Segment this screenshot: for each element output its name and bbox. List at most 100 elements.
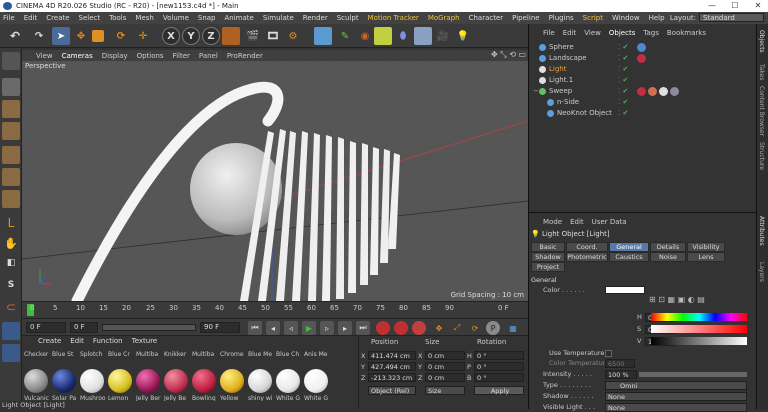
visible-light-dropdown[interactable]: None xyxy=(605,403,747,412)
color-swatch[interactable] xyxy=(605,286,645,294)
texture-mode-icon[interactable] xyxy=(2,100,20,118)
previous-frame-icon[interactable]: ◃ xyxy=(284,321,298,335)
tab-details[interactable]: Details xyxy=(650,242,686,252)
use-temperature-checkbox[interactable] xyxy=(605,350,612,357)
viewport-menu-display[interactable]: Display xyxy=(102,52,128,60)
render-settings-icon[interactable]: ⚙ xyxy=(284,27,302,45)
move-icon[interactable]: ✥ xyxy=(72,27,90,45)
redo-icon[interactable]: ↷ xyxy=(30,27,48,45)
apply-button[interactable]: Apply xyxy=(474,386,524,395)
end-frame-field[interactable]: 90 F xyxy=(200,322,240,333)
visibility-check-icon[interactable]: ⁚ ✔ xyxy=(618,97,628,108)
render-picture-viewer-icon[interactable]: 🎞 xyxy=(264,27,282,45)
make-editable-icon[interactable] xyxy=(2,52,20,70)
minimize-button[interactable]: — xyxy=(702,0,722,12)
objects-menu-bookmarks[interactable]: Bookmarks xyxy=(667,29,706,37)
light-icon[interactable]: 💡 xyxy=(454,27,472,45)
hue-slider[interactable] xyxy=(651,313,747,321)
menu-select[interactable]: Select xyxy=(79,14,101,22)
menu-help[interactable]: Help xyxy=(649,14,665,22)
tab-photometric[interactable]: Photometric xyxy=(566,252,608,262)
viewport-menu-options[interactable]: Options xyxy=(137,52,164,60)
size-y-field[interactable]: 0 cm xyxy=(425,362,465,371)
objects-menu-file[interactable]: File xyxy=(543,29,555,37)
size-z-field[interactable]: 0 cm xyxy=(425,373,465,382)
menu-pipeline[interactable]: Pipeline xyxy=(512,14,539,22)
axis-mode-icon[interactable]: L xyxy=(2,214,20,232)
shadow-dropdown[interactable]: None xyxy=(605,392,747,401)
attr-menu-mode[interactable]: Mode xyxy=(543,218,562,226)
scale-key-icon[interactable]: ⤢ xyxy=(450,321,464,335)
start-frame-field[interactable]: 0 F xyxy=(70,322,98,333)
material-menu-function[interactable]: Function xyxy=(93,337,123,346)
menu-mograph[interactable]: MoGraph xyxy=(428,14,460,22)
visibility-check-icon[interactable]: ⁚ ✔ xyxy=(618,64,628,75)
pen-icon[interactable]: ✎ xyxy=(336,27,354,45)
go-to-end-icon[interactable]: ⏭ xyxy=(356,321,370,335)
color-picker-modes[interactable]: ⊞ ⊡ ▦ ▣ ◐ ▤ xyxy=(649,295,729,307)
snap-icon[interactable]: S xyxy=(2,276,20,294)
edges-mode-icon[interactable] xyxy=(2,168,20,186)
record-keys-icon[interactable] xyxy=(376,321,390,335)
previous-key-icon[interactable]: ◂ xyxy=(266,321,280,335)
pan-icon[interactable]: ✥ xyxy=(491,50,498,59)
subdivision-icon[interactable]: ◉ xyxy=(356,27,374,45)
position-z-field[interactable]: -213.323 cm xyxy=(368,373,416,382)
tab-general[interactable]: General xyxy=(609,242,649,252)
recent-tool-icon[interactable]: ✛ xyxy=(134,27,152,45)
current-frame-field[interactable]: 0 F xyxy=(26,322,66,333)
intensity-slider[interactable] xyxy=(639,372,747,377)
viewport-solo-icon[interactable]: ◧ xyxy=(2,254,20,272)
viewport-menu-cameras[interactable]: Cameras xyxy=(62,52,93,60)
parameter-key-icon[interactable]: P xyxy=(486,321,500,335)
saturation-slider[interactable] xyxy=(651,325,747,333)
model-mode-icon[interactable] xyxy=(2,78,20,96)
menu-simulate[interactable]: Simulate xyxy=(263,14,294,22)
viewport-menu-filter[interactable]: Filter xyxy=(173,52,190,60)
menu-script[interactable]: Script xyxy=(583,14,603,22)
object-row-n-side[interactable]: n-Side ⁚ ✔ xyxy=(533,97,751,108)
value-slider[interactable] xyxy=(651,337,747,345)
material-tag-icon[interactable] xyxy=(670,87,679,96)
position-x-field[interactable]: 411.474 cm xyxy=(368,351,416,360)
intensity-field[interactable]: 100 % xyxy=(605,370,637,379)
layout-dropdown[interactable]: Standard xyxy=(699,13,764,22)
menu-snap[interactable]: Snap xyxy=(198,14,216,22)
tab-noise[interactable]: Noise xyxy=(650,252,686,262)
menu-volume[interactable]: Volume xyxy=(163,14,189,22)
tab-visibility[interactable]: Visibility xyxy=(687,242,725,252)
zoom-icon[interactable]: ⤡ xyxy=(500,50,506,59)
menu-sculpt[interactable]: Sculpt xyxy=(337,14,359,22)
material-menu-edit[interactable]: Edit xyxy=(70,337,84,346)
scale-icon[interactable] xyxy=(92,30,104,42)
go-to-start-icon[interactable]: ⏮ xyxy=(248,321,262,335)
points-mode-icon[interactable] xyxy=(2,146,20,164)
preview-range-slider[interactable] xyxy=(102,324,196,331)
menu-edit[interactable]: Edit xyxy=(24,14,38,22)
menu-plugins[interactable]: Plugins xyxy=(549,14,574,22)
object-row-sphere[interactable]: Sphere ⁚ ✔ xyxy=(533,42,751,53)
y-axis-lock-button[interactable]: Y xyxy=(182,27,200,45)
side-tab-objects[interactable]: Objects xyxy=(758,30,765,53)
tab-basic[interactable]: Basic xyxy=(531,242,565,252)
tab-coord[interactable]: Coord. xyxy=(566,242,608,252)
viewport-menu-prorender[interactable]: ProRender xyxy=(227,52,263,60)
enable-axis-icon[interactable]: ⊂ xyxy=(2,298,20,316)
tab-project[interactable]: Project xyxy=(531,262,565,272)
x-axis-lock-button[interactable]: X xyxy=(162,27,180,45)
viewport-menu-panel[interactable]: Panel xyxy=(199,52,218,60)
material-tag-icon[interactable] xyxy=(637,43,646,52)
toggle-view-icon[interactable]: ▭ xyxy=(518,50,526,59)
menu-tools[interactable]: Tools xyxy=(109,14,126,22)
rotation-b-field[interactable]: 0 ° xyxy=(474,373,524,382)
material-menu-texture[interactable]: Texture xyxy=(132,337,158,346)
mograph-cloner-icon[interactable] xyxy=(374,27,392,45)
deformer-icon[interactable]: ⬮ xyxy=(394,27,412,45)
coordinate-system-icon[interactable] xyxy=(222,27,240,45)
keyframe-selection-icon[interactable] xyxy=(412,321,426,335)
maximize-button[interactable]: ☐ xyxy=(725,0,745,12)
side-tab-content-browser[interactable]: Content Browser xyxy=(758,86,765,136)
play-icon[interactable]: ▶ xyxy=(302,321,316,335)
objects-menu-tags[interactable]: Tags xyxy=(643,29,659,37)
material-tag-icon[interactable] xyxy=(659,87,668,96)
